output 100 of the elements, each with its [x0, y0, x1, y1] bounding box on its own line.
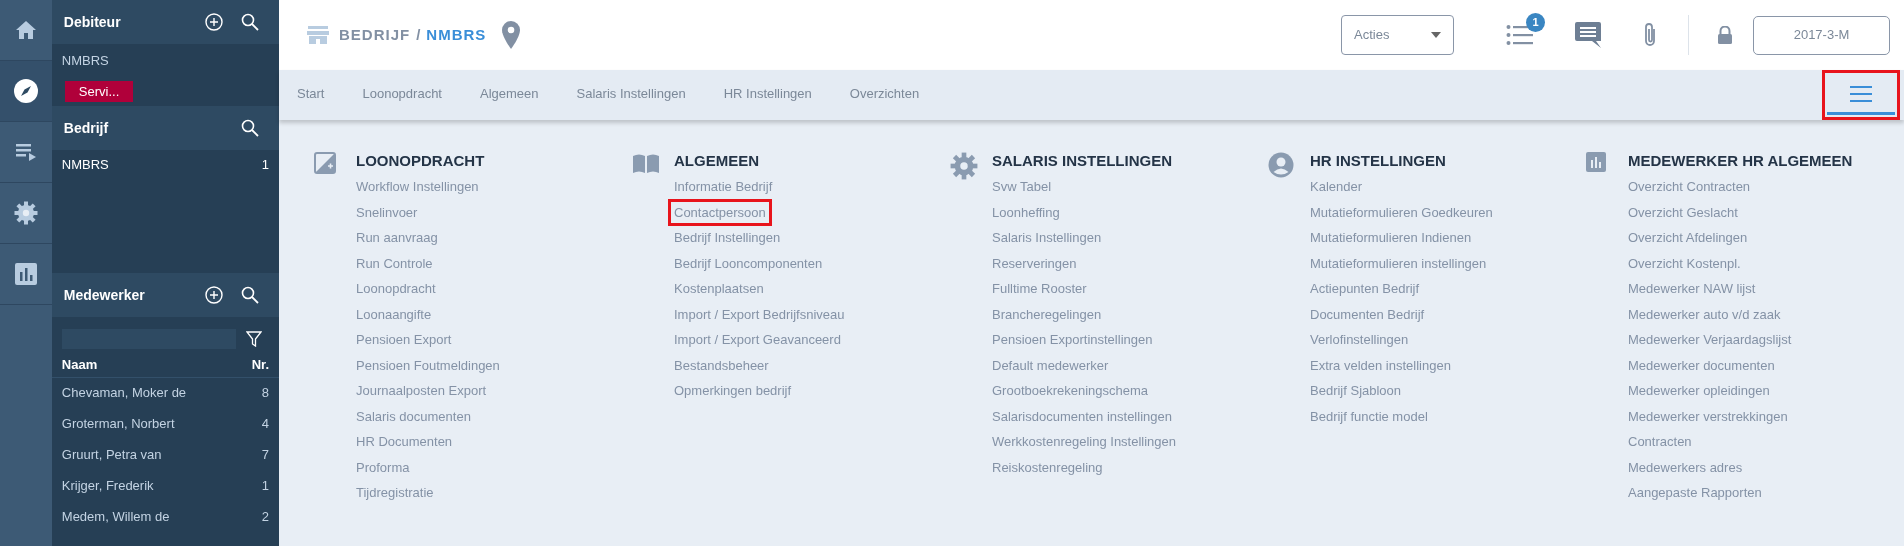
column-header[interactable]: Nr.: [251, 355, 269, 375]
menu-link[interactable]: Informatie Bedrijf: [674, 176, 773, 197]
menu-link[interactable]: Run aanvraag: [356, 227, 438, 248]
menu-link[interactable]: Medewerker documenten: [1628, 354, 1775, 376]
menu-link[interactable]: Overzicht Afdelingen: [1628, 227, 1748, 248]
caret-icon: [1431, 32, 1441, 38]
menu-link[interactable]: Overzicht Geslacht: [1628, 201, 1738, 223]
menu-link[interactable]: Medewerker auto v/d zaak: [1628, 303, 1781, 325]
user-icon: [1268, 152, 1294, 178]
menu-link[interactable]: Import / Export Bedrijfsniveau: [674, 303, 845, 325]
menu-link[interactable]: Contracten: [1628, 431, 1692, 452]
menu-link[interactable]: Medewerker verstrekkingen: [1628, 405, 1788, 427]
menu-link[interactable]: Bestandsbeheer: [674, 354, 769, 376]
menu-link[interactable]: Reserveringen: [992, 252, 1077, 274]
menu-link[interactable]: Bedrijf functie model: [1310, 405, 1428, 427]
breadcrumb-company[interactable]: NMBRS: [426, 23, 487, 47]
menu-link[interactable]: Bedrijf Looncomponenten: [674, 252, 823, 274]
menu-link[interactable]: Loonaangifte: [356, 303, 432, 325]
add-icon[interactable]: [205, 286, 223, 304]
employee-name[interactable]: Krijger, Frederik: [61, 476, 262, 496]
menu-link[interactable]: Kostenplaatsen: [674, 278, 764, 299]
menu-link[interactable]: Tijdregistratie: [356, 482, 434, 503]
search-icon[interactable]: [241, 286, 259, 304]
settings-icon: [13, 201, 38, 225]
employee-name[interactable]: Medem, Willem de: [61, 507, 262, 527]
tab[interactable]: Salaris Instellingen: [576, 70, 686, 120]
menu-link[interactable]: Mutatieformulieren instellingen: [1310, 252, 1487, 274]
store-icon: [307, 25, 329, 45]
menu-link[interactable]: Snelinvoer: [356, 201, 418, 223]
menu-link[interactable]: Reiskostenregeling: [992, 456, 1103, 478]
menu-link[interactable]: Salaris documenten: [356, 405, 471, 427]
menu-link[interactable]: Bedrijf Sjabloon: [1310, 380, 1402, 401]
employee-number: 4: [261, 415, 269, 434]
menu-link[interactable]: Mutatieformulieren Indienen: [1310, 227, 1472, 248]
bar-chart-icon: [1586, 152, 1606, 172]
menu-link[interactable]: Journaalposten Export: [356, 380, 487, 401]
search-icon[interactable]: [241, 13, 259, 31]
menu-link[interactable]: Opmerkingen bedrijf: [674, 380, 792, 401]
menu-section-title: ALGEMEEN: [674, 151, 760, 171]
menu-link[interactable]: Documenten Bedrijf: [1310, 303, 1425, 325]
paperclip-icon[interactable]: [1642, 21, 1658, 49]
employee-name[interactable]: Chevaman, Moker de: [61, 383, 262, 403]
tab[interactable]: Start: [297, 70, 325, 120]
panel-title: Bedrijf: [63, 118, 110, 138]
menu-link[interactable]: Aangepaste Rapporten: [1628, 482, 1762, 503]
menu-link[interactable]: Verlofinstellingen: [1310, 329, 1409, 350]
menu-link[interactable]: Medewerker Verjaardagslijst: [1628, 329, 1792, 350]
menu-link[interactable]: HR Documenten: [356, 431, 453, 452]
menu-link[interactable]: Extra velden instellingen: [1310, 354, 1451, 376]
menu-link[interactable]: Pensioen Foutmeldingen: [356, 354, 500, 376]
menu-link[interactable]: Contactpersoon: [671, 201, 769, 223]
menu-link[interactable]: Proforma: [356, 456, 410, 478]
menu-link[interactable]: Overzicht Kostenpl.: [1628, 252, 1741, 274]
menu-link[interactable]: Kalender: [1310, 176, 1363, 197]
menu-link[interactable]: Default medewerker: [992, 354, 1109, 376]
menu-link[interactable]: Loonheffing: [992, 201, 1060, 223]
menu-link[interactable]: Mutatieformulieren Goedkeuren: [1310, 201, 1493, 223]
tab[interactable]: Algemeen: [480, 70, 539, 120]
menu-link[interactable]: Loonopdracht: [356, 278, 436, 299]
menu-link[interactable]: Import / Export Geavanceerd: [674, 329, 841, 350]
period-field[interactable]: 2017-3-M: [1753, 15, 1890, 55]
add-icon[interactable]: [205, 13, 223, 31]
client-name[interactable]: NMBRS: [61, 51, 269, 71]
tab[interactable]: Overzichten: [849, 70, 920, 120]
menu-link[interactable]: Grootboekrekeningschema: [992, 380, 1149, 401]
tab[interactable]: HR Instellingen: [723, 70, 812, 120]
menu-link[interactable]: Bedrijf Instellingen: [674, 227, 781, 248]
menu-link[interactable]: Salaris Instellingen: [992, 227, 1102, 248]
menu-link[interactable]: Medewerkers adres: [1628, 456, 1743, 478]
employee-number: 8: [261, 384, 269, 403]
company-name[interactable]: NMBRS: [61, 155, 262, 175]
menu-link[interactable]: Fulltime Rooster: [992, 278, 1087, 299]
tab[interactable]: Loonopdracht: [362, 70, 442, 120]
menu-link[interactable]: Workflow Instellingen: [356, 176, 479, 197]
menu-section-title: LOONOPDRACHT: [356, 151, 486, 171]
lock-icon[interactable]: [1717, 26, 1733, 44]
notification-badge: 1: [1526, 13, 1545, 32]
breadcrumb-separator: /: [416, 24, 421, 45]
menu-link[interactable]: Pensioen Exportinstellingen: [992, 329, 1153, 350]
filter-icon[interactable]: [245, 331, 262, 347]
menu-link[interactable]: Svw Tabel: [992, 176, 1051, 197]
search-icon[interactable]: [241, 119, 259, 137]
message-icon[interactable]: [1574, 21, 1602, 49]
employee-number: 1: [261, 477, 269, 496]
menu-link[interactable]: Brancheregelingen: [992, 303, 1102, 325]
menu-link[interactable]: Salarisdocumenten instellingen: [992, 405, 1172, 427]
menu-link[interactable]: Run Controle: [356, 252, 433, 274]
home-icon: [14, 20, 37, 40]
menu-link[interactable]: Werkkostenregeling Instellingen: [992, 431, 1177, 452]
menu-link[interactable]: Medewerker NAW lijst: [1628, 278, 1756, 299]
menu-link[interactable]: Actiepunten Bedrijf: [1310, 278, 1420, 299]
menu-link[interactable]: Pensioen Export: [356, 329, 452, 350]
location-pin-icon[interactable]: [502, 21, 521, 49]
employee-name[interactable]: Gruurt, Petra van: [61, 445, 262, 465]
menu-link[interactable]: Overzicht Contracten: [1628, 176, 1751, 197]
menu-link[interactable]: Medewerker opleidingen: [1628, 380, 1770, 401]
actions-dropdown[interactable]: Acties: [1341, 15, 1454, 55]
column-header[interactable]: Naam: [61, 355, 252, 375]
employee-name[interactable]: Groterman, Norbert: [61, 414, 262, 434]
breadcrumb-section[interactable]: BEDRIJF: [339, 23, 411, 47]
